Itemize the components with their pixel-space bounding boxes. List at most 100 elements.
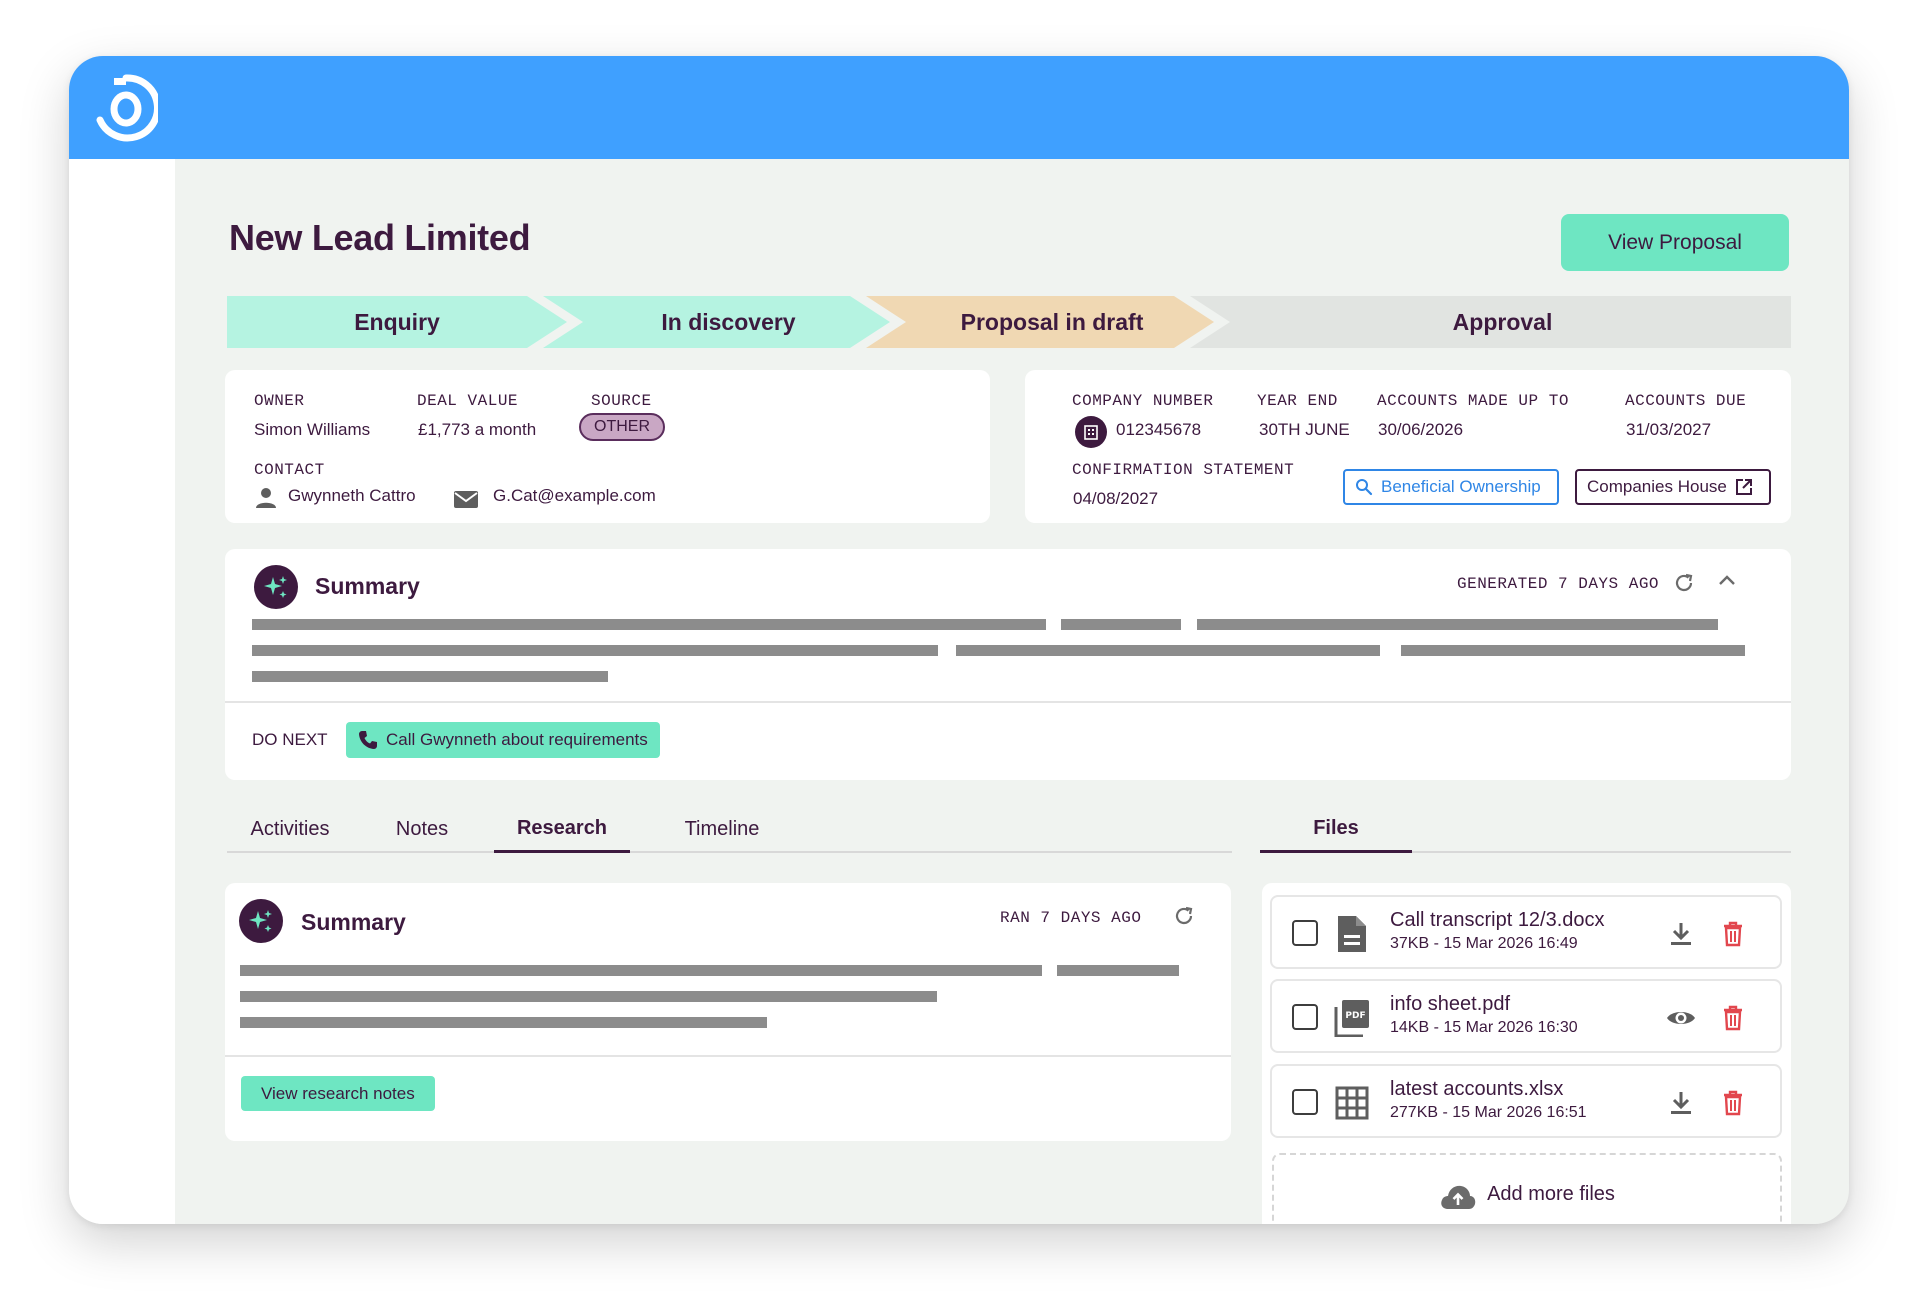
summary-text-placeholder [252,671,608,682]
tab-timeline[interactable]: Timeline [657,807,787,851]
download-icon[interactable] [1666,1088,1696,1118]
deal-value-label: DEAL VALUE [417,392,519,410]
files-tabs: Files [1260,807,1791,853]
tab-activities[interactable]: Activities [227,807,353,851]
summary-text-placeholder [1401,645,1745,656]
search-icon [1356,479,1373,496]
source-label: SOURCE [591,392,652,410]
pdf-icon: PDF [1334,1000,1369,1037]
top-bar [69,56,1849,159]
file-row: PDF info sheet.pdf 14KB - 15 Mar 2026 16… [1270,979,1782,1053]
research-divider [225,1055,1231,1057]
beneficial-ownership-button[interactable]: Beneficial Ownership [1343,469,1559,505]
document-icon [1338,916,1366,952]
external-link-icon [1735,479,1752,495]
cloud-upload-icon [1441,1185,1476,1209]
research-text-placeholder [240,965,1042,976]
tab-notes[interactable]: Notes [359,807,485,851]
summary-text-placeholder [252,619,1046,630]
confirmation-statement: 04/08/2027 [1073,489,1159,508]
research-text-placeholder [240,1017,767,1028]
research-summary-card: Summary RAN 7 DAYS AGO View research not… [225,883,1231,1141]
ai-sparkle-icon [239,899,283,943]
confirmation-statement-label: CONFIRMATION STATEMENT [1072,461,1295,479]
brand-logo-icon[interactable] [94,74,158,142]
building-icon [1075,416,1107,448]
sidebar [69,159,175,1224]
company-info-card: COMPANY NUMBER 012345678 YEAR END 30TH J… [1025,370,1791,523]
delete-icon[interactable] [1718,1088,1748,1118]
stage-enquiry[interactable]: Enquiry [227,296,567,348]
main-content: New Lead Limited View Proposal Enquiry I… [175,159,1849,1224]
tab-files[interactable]: Files [1260,807,1412,853]
add-files-label: Add more files [1487,1183,1615,1205]
app-window: New Lead Limited View Proposal Enquiry I… [69,56,1849,1224]
spreadsheet-icon [1335,1086,1369,1120]
files-card: Call transcript 12/3.docx 37KB - 15 Mar … [1262,883,1791,1224]
research-text-placeholder [1057,965,1179,976]
research-summary-title: Summary [301,909,406,935]
summary-text-placeholder [252,645,938,656]
call-action-label: Call Gwynneth about requirements [386,730,648,749]
file-name[interactable]: info sheet.pdf [1390,993,1510,1016]
email-icon [454,491,478,508]
accounts-due-label: ACCOUNTS DUE [1625,392,1747,410]
file-name[interactable]: Call transcript 12/3.docx [1390,909,1605,932]
summary-title: Summary [315,573,420,599]
stage-proposal-in-draft[interactable]: Proposal in draft [890,296,1214,348]
stage-in-discovery[interactable]: In discovery [567,296,890,348]
file-checkbox[interactable] [1292,1089,1318,1115]
company-number-label: COMPANY NUMBER [1072,392,1214,410]
ai-sparkle-icon [254,565,298,609]
delete-icon[interactable] [1718,919,1748,949]
phone-icon [359,731,377,749]
file-checkbox[interactable] [1292,920,1318,946]
file-name[interactable]: latest accounts.xlsx [1390,1078,1563,1101]
download-icon[interactable] [1666,919,1696,949]
deal-value: £1,773 a month [418,420,537,439]
view-research-notes-button[interactable]: View research notes [241,1076,435,1111]
page-title: New Lead Limited [229,217,531,258]
stage-approval[interactable]: Approval [1214,296,1791,348]
contact-email[interactable]: G.Cat@example.com [493,486,656,506]
accounts-due: 31/03/2027 [1626,420,1712,439]
summary-text-placeholder [1197,619,1718,630]
summary-divider [225,701,1791,703]
summary-card: Summary GENERATED 7 DAYS AGO DO NEXT Cal… [225,549,1791,780]
detail-tabs: Activities Notes Research Timeline [227,807,1232,853]
svg-text:PDF: PDF [1345,1011,1365,1021]
tab-research[interactable]: Research [494,807,630,853]
summary-text-placeholder [956,645,1380,656]
contact-name[interactable]: Gwynneth Cattro [288,486,416,506]
research-text-placeholder [240,991,937,1002]
person-icon [256,488,276,508]
summary-text-placeholder [1061,619,1181,630]
refresh-icon[interactable] [1671,570,1697,596]
company-number: 012345678 [1116,420,1202,439]
deal-info-card: OWNER Simon Williams DEAL VALUE £1,773 a… [225,370,990,523]
do-next-label: DO NEXT [252,730,328,749]
chevron-up-icon[interactable] [1714,568,1740,594]
delete-icon[interactable] [1718,1003,1748,1033]
file-meta: 14KB - 15 Mar 2026 16:30 [1390,1019,1578,1036]
eye-icon[interactable] [1666,1003,1696,1033]
call-action-button[interactable]: Call Gwynneth about requirements [346,722,660,758]
contact-label: CONTACT [254,461,325,479]
companies-house-button[interactable]: Companies House [1575,469,1771,505]
year-end: 30TH JUNE [1259,420,1350,439]
pipeline-stages: Enquiry In discovery Proposal in draft A… [227,296,1791,348]
owner-label: OWNER [254,392,305,410]
add-files-dropzone[interactable]: Add more files [1272,1153,1782,1224]
accounts-made-up-to-label: ACCOUNTS MADE UP TO [1377,392,1569,410]
file-meta: 37KB - 15 Mar 2026 16:49 [1390,935,1578,952]
file-checkbox[interactable] [1292,1004,1318,1030]
companies-house-label: Companies House [1587,477,1727,496]
file-row: latest accounts.xlsx 277KB - 15 Mar 2026… [1270,1064,1782,1138]
file-row: Call transcript 12/3.docx 37KB - 15 Mar … [1270,895,1782,969]
refresh-icon[interactable] [1171,903,1197,929]
view-proposal-button[interactable]: View Proposal [1561,214,1789,271]
year-end-label: YEAR END [1257,392,1338,410]
owner-value: Simon Williams [254,420,371,439]
source-badge: OTHER [579,413,665,441]
accounts-made-up-to: 30/06/2026 [1378,420,1464,439]
